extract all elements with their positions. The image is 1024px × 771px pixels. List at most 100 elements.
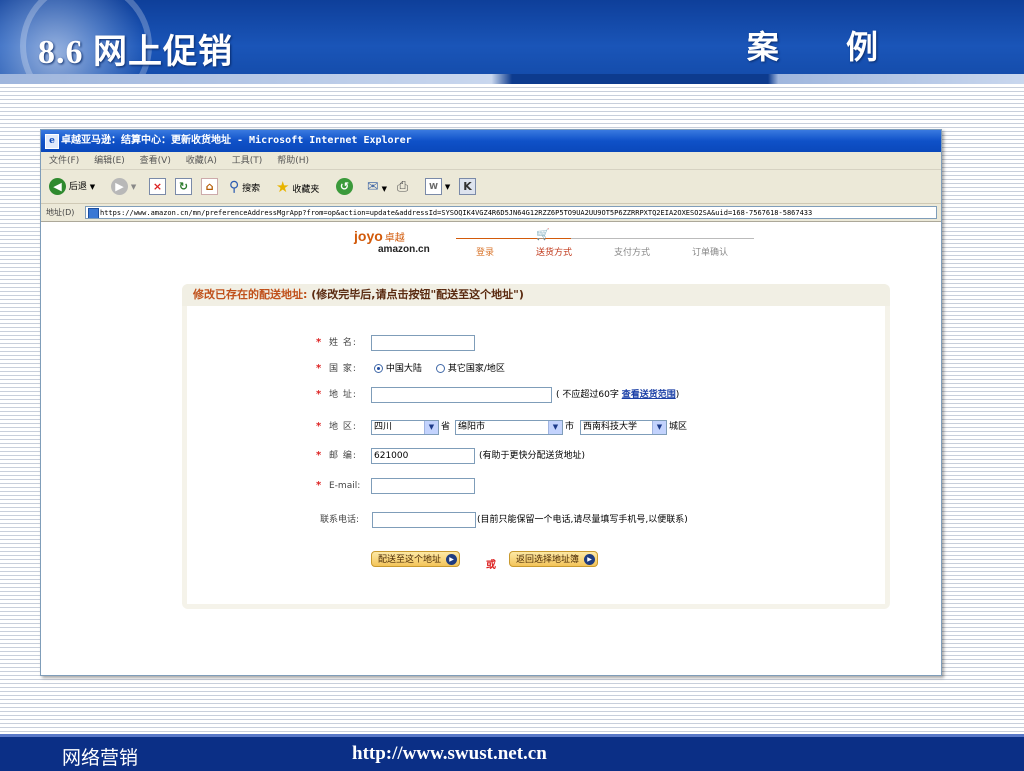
search-label: 搜索 [242,184,261,194]
ship-to-address-button[interactable]: 配送至这个地址 ▶ [371,551,461,567]
edit-dropdown-icon: ▼ [444,183,451,191]
address-field-input[interactable] [371,387,552,403]
required-marker: * [316,421,322,432]
region-label: 地 区: [329,422,357,432]
browser-menubar: 文件(F) 编辑(E) 查看(V) 收藏(A) 工具(T) 帮助(H) [41,152,941,170]
back-to-address-book-button[interactable]: 返回选择地址簿 ▶ [509,551,599,567]
footer-website: http://www.swust.net.cn [352,743,547,764]
address-input[interactable]: https://www.amazon.cn/mn/preferenceAddre… [85,206,937,219]
shopping-cart-icon: 🛒 [536,228,550,241]
required-marker: * [316,389,322,400]
favorites-button[interactable]: ★ 收藏夹 [276,177,319,197]
stop-button[interactable]: × [149,177,166,197]
back-label: 后退 [68,182,87,192]
slide-subtitle: 案 例 [746,28,906,66]
province-value: 四川 [374,422,393,432]
slide-title: 8.6 网上促销 [38,34,233,71]
menu-file[interactable]: 文件(F) [49,156,79,166]
address-url: https://www.amazon.cn/mn/preferenceAddre… [100,209,813,217]
browser-window: e 卓越亚马逊：结算中心：更新收货地址 - Microsoft Internet… [40,129,942,676]
edit-button[interactable]: W ▼ [425,177,450,197]
forward-button[interactable]: ▶ ▼ [111,177,136,197]
go-arrow-icon: ▶ [446,554,458,565]
home-button[interactable]: ⌂ [201,177,218,197]
joyo-chinese-wordmark: 卓越 [384,233,405,244]
address-field-label: 地 址: [329,390,357,400]
mail-button[interactable]: ✉ ▼ [367,177,387,197]
zip-row: * 邮 编: 621000 (有助于更快分配送货地址) [187,446,885,466]
district-select[interactable]: 西南科技大学 ▼ [580,420,667,435]
forward-dropdown-icon: ▼ [130,183,137,191]
name-label: 姓 名: [329,338,357,348]
province-select[interactable]: 四川 ▼ [371,420,439,435]
chevron-down-icon: ▼ [652,421,666,434]
mail-dropdown-icon: ▼ [381,185,387,193]
form-body: * 姓 名: * 国 家: 中国大陆 其它国家/地区 * 地 址: (不应超过… [187,306,885,604]
city-select[interactable]: 绵阳市 ▼ [455,420,563,435]
country-row: * 国 家: 中国大陆 其它国家/地区 [187,359,885,379]
required-marker: * [316,363,322,374]
menu-view[interactable]: 查看(V) [140,156,171,166]
menu-help[interactable]: 帮助(H) [277,156,309,166]
email-input[interactable] [371,478,475,494]
form-heading-note: (修改完毕后,请点击按钮"配送至这个地址") [311,288,524,301]
radio-selected-icon [374,364,383,373]
district-suffix: 城区 [669,422,688,432]
email-row: * E-mail: [187,476,885,496]
required-marker: * [316,480,322,491]
stop-icon: × [149,178,166,195]
menu-tools[interactable]: 工具(T) [232,156,263,166]
step-payment: 支付方式 [614,248,651,258]
amazon-wordmark: amazon.cn [378,244,430,255]
chevron-down-icon: ▼ [548,421,562,434]
country-option-other: 其它国家/地区 [447,364,505,374]
address-hint: ( 不应超过60字 查看送货范围) [556,385,679,405]
name-row: * 姓 名: [187,333,885,353]
browser-titlebar[interactable]: e 卓越亚马逊：结算中心：更新收货地址 - Microsoft Internet… [41,130,941,152]
delivery-range-link[interactable]: 查看送货范围 [622,390,676,400]
form-heading: 修改已存在的配送地址: (修改完毕后,请点击按钮"配送至这个地址") [182,284,890,306]
province-suffix: 省 [441,422,451,432]
back-button[interactable]: ◀ 后退 ▼ [49,177,95,197]
address-row: * 地 址: ( 不应超过60字 查看送货范围) [187,385,885,405]
progress-fill [456,238,571,239]
print-button[interactable]: ⎙ [397,177,408,197]
city-value: 绵阳市 [458,422,486,432]
region-row: * 地 区: 四川 ▼ 省 绵阳市 ▼ 市 西南科技大学 ▼ 城区 [187,417,885,437]
history-button[interactable]: ↺ [336,177,353,197]
email-label: E-mail: [329,481,361,491]
phone-row: 联系电话: (目前只能保留一个电话,请尽量填写手机号,以便联系) [187,510,885,530]
zip-input[interactable]: 621000 [371,448,475,464]
chevron-down-icon: ▼ [424,421,438,434]
district-value: 西南科技大学 [583,422,638,432]
address-label: 地址(D) [46,208,75,217]
refresh-icon: ↻ [175,178,192,195]
required-marker: * [316,337,322,348]
address-hint-text: ( 不应超过60字 [556,390,619,400]
messenger-icon: K [459,178,476,195]
mail-icon: ✉ [367,179,379,195]
phone-hint: (目前只能保留一个电话,请尽量填写手机号,以便联系) [477,515,688,525]
joyo-amazon-logo[interactable]: joyo 卓越 amazon.cn [354,228,430,255]
name-input[interactable] [371,335,475,351]
refresh-button[interactable]: ↻ [175,177,192,197]
forward-arrow-icon: ▶ [111,178,128,195]
favorites-label: 收藏夹 [292,185,320,195]
country-radio-other[interactable]: 其它国家/地区 [436,359,505,379]
country-radio-china[interactable]: 中国大陆 [374,359,422,379]
menu-favorites[interactable]: 收藏(A) [186,156,217,166]
step-confirm: 订单确认 [692,248,729,258]
address-hint-close: ) [675,390,680,400]
zip-label: 邮 编: [329,451,357,461]
search-button[interactable]: ⚲ 搜索 [229,177,260,197]
page-content: joyo 卓越 amazon.cn 🛒 登录 送货方式 支付方式 订单确认 修改已… [41,222,941,675]
country-label: 国 家: [329,364,357,374]
country-option-china: 中国大陆 [385,364,422,374]
phone-input[interactable] [372,512,476,528]
history-icon: ↺ [336,178,353,195]
footer-course-name: 网络营销 [62,747,139,769]
zip-hint: (有助于更快分配送货地址) [479,451,586,461]
menu-edit[interactable]: 编辑(E) [94,156,125,166]
messenger-button[interactable]: K [459,177,476,197]
go-arrow-icon: ▶ [584,554,596,565]
